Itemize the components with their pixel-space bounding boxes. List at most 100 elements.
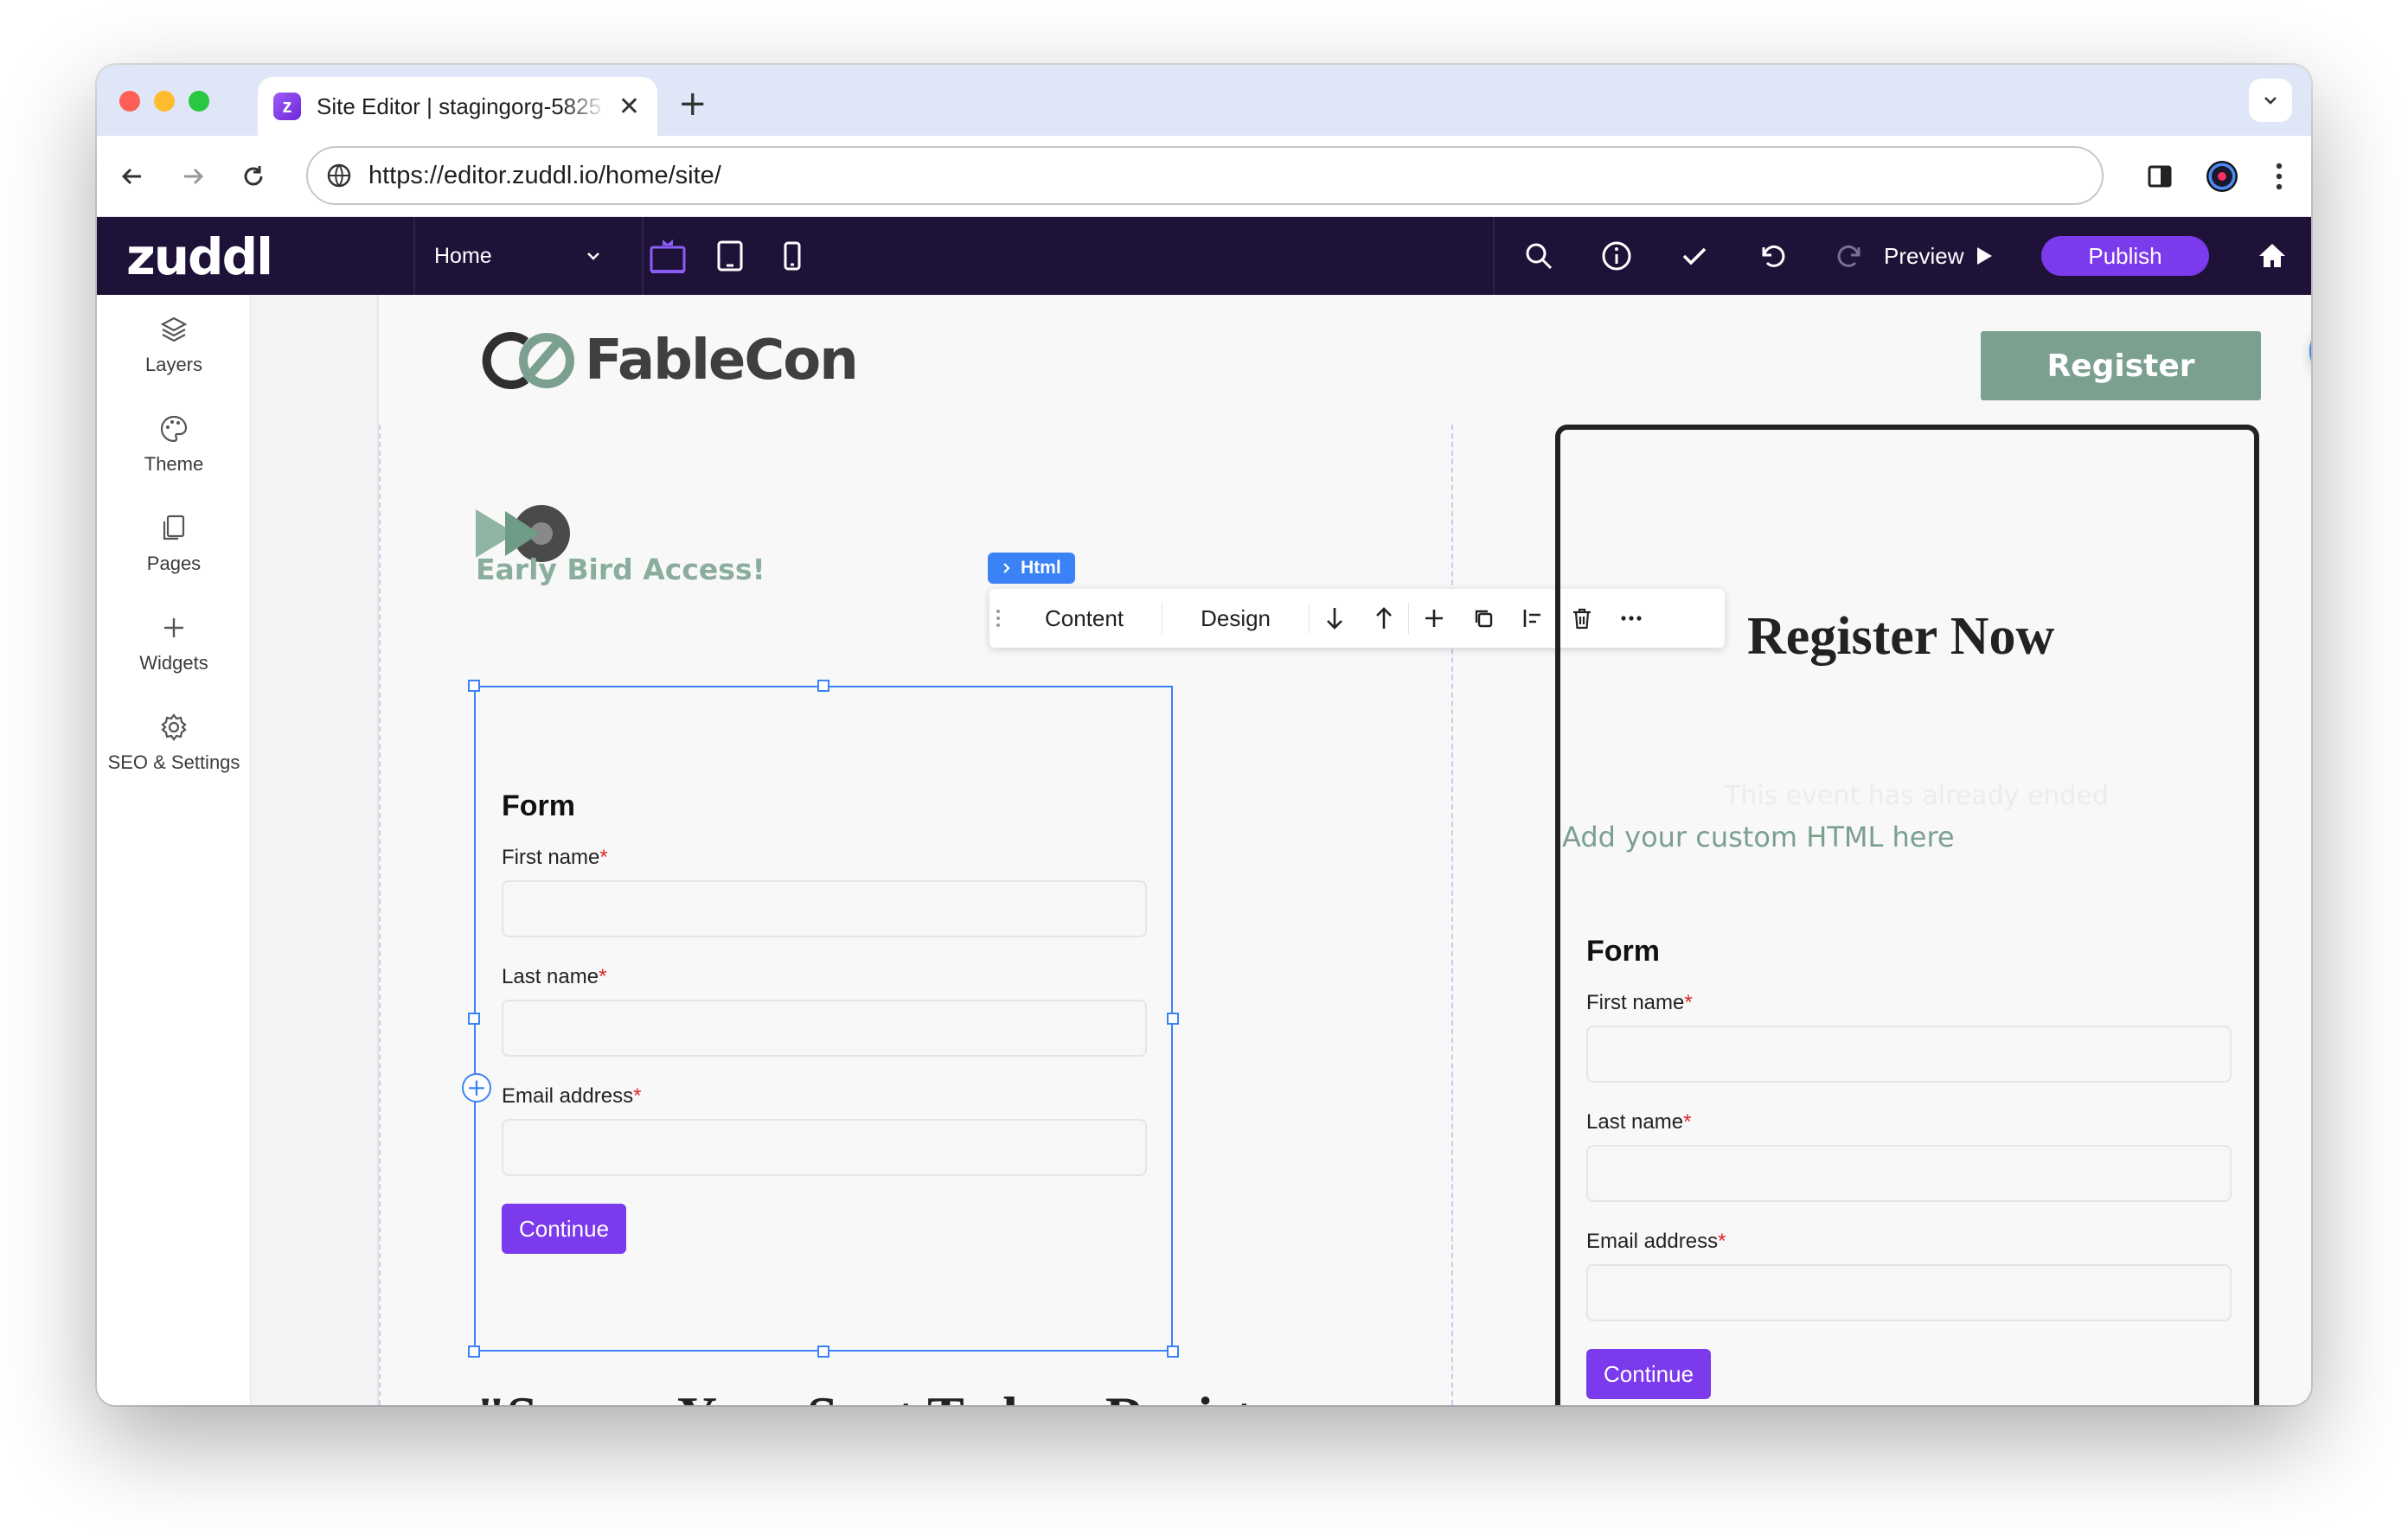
info-button[interactable] <box>1586 217 1647 295</box>
forward-button[interactable] <box>171 155 215 198</box>
resize-handle[interactable] <box>468 1013 480 1025</box>
browser-tab[interactable]: z Site Editor | stagingorg-5825 ✕ <box>258 77 657 136</box>
form-title: Form <box>502 789 575 822</box>
publish-button[interactable]: Publish <box>2041 236 2209 276</box>
continue-button[interactable]: Continue <box>502 1204 626 1254</box>
tab-design[interactable]: Design <box>1162 605 1309 632</box>
tab-search-button[interactable] <box>2249 79 2292 122</box>
sidebar-item-layers[interactable]: Layers <box>97 314 251 376</box>
align-button[interactable] <box>1508 589 1557 648</box>
address-bar[interactable]: https://editor.zuddl.io/home/site/ <box>306 146 2104 205</box>
sidebar-item-label: Theme <box>144 453 204 475</box>
redo-button[interactable] <box>1820 217 1880 295</box>
zuddl-logo[interactable]: zuddl <box>126 227 273 286</box>
drag-handle-icon[interactable] <box>989 608 1007 629</box>
arrow-down-icon <box>1326 608 1342 630</box>
profile-button[interactable] <box>2200 155 2244 198</box>
search-button[interactable] <box>1508 217 1569 295</box>
move-up-button[interactable] <box>1359 589 1408 648</box>
zuddl-favicon-icon: z <box>273 93 301 120</box>
preview-label: Preview <box>1884 242 1964 269</box>
save-check-button[interactable] <box>1664 217 1725 295</box>
undo-button[interactable] <box>1742 217 1803 295</box>
form-title: Form <box>1586 935 1660 968</box>
browser-menu-button[interactable] <box>2258 155 2301 198</box>
resize-handle[interactable] <box>468 1345 480 1358</box>
page-select[interactable]: Home <box>417 217 616 295</box>
page-headline[interactable]: "Secure Your Spot Today: Register <box>476 1384 1302 1405</box>
preview-button[interactable]: Preview <box>1884 217 1993 295</box>
email-input[interactable] <box>502 1119 1147 1176</box>
browser-window: z Site Editor | stagingorg-5825 ✕ + http… <box>97 65 2311 1405</box>
plus-icon <box>1425 610 1443 627</box>
resize-handle[interactable] <box>817 1345 829 1358</box>
align-left-icon <box>1523 610 1540 627</box>
duplicate-button[interactable] <box>1458 589 1508 648</box>
zoom-window-button[interactable] <box>189 91 209 112</box>
first-name-input[interactable] <box>1586 1026 2232 1083</box>
back-button[interactable] <box>111 155 154 198</box>
side-panel-button[interactable] <box>2138 155 2181 198</box>
selected-html-element[interactable]: Form First name* Last name* Email addres… <box>474 686 1173 1352</box>
close-window-button[interactable] <box>119 91 140 112</box>
column-guide <box>379 425 381 1405</box>
tab-content[interactable]: Content <box>1007 605 1162 632</box>
reload-button[interactable] <box>232 155 275 198</box>
info-icon <box>1602 241 1631 271</box>
custom-html-placeholder[interactable]: Add your custom HTML here <box>1562 821 1955 853</box>
site-register-button[interactable]: Register <box>1981 331 2261 400</box>
home-button[interactable] <box>2242 217 2302 295</box>
close-tab-icon[interactable]: ✕ <box>618 92 640 122</box>
element-type-tag[interactable]: Html <box>988 553 1075 584</box>
resize-handle[interactable] <box>1167 1345 1179 1358</box>
browser-toolbar: https://editor.zuddl.io/home/site/ <box>97 136 2311 217</box>
sidebar-item-label: Pages <box>146 553 202 574</box>
field-label: Last name* <box>502 965 607 988</box>
settings-fab[interactable] <box>2309 319 2311 383</box>
last-name-input[interactable] <box>502 1000 1147 1057</box>
sidebar-item-theme[interactable]: Theme <box>97 413 251 476</box>
continue-button[interactable]: Continue <box>1586 1349 1711 1399</box>
brand-name: FableCon <box>585 329 859 393</box>
tablet-view-button[interactable] <box>699 217 761 295</box>
reload-icon <box>244 166 263 186</box>
sidebar-item-label: Layers <box>144 354 203 375</box>
add-element-icon[interactable]: + <box>462 1073 491 1103</box>
minimize-window-button[interactable] <box>154 91 175 112</box>
early-bird-heading[interactable]: Early Bird Access! <box>476 553 765 586</box>
resize-handle[interactable] <box>817 680 829 692</box>
add-button[interactable] <box>1409 589 1458 648</box>
sidebar-item-widgets[interactable]: Widgets <box>97 612 251 674</box>
side-panel-icon <box>2148 165 2172 188</box>
play-icon <box>1977 247 1993 265</box>
last-name-input[interactable] <box>1586 1145 2232 1202</box>
brand-logo[interactable]: FableCon <box>476 326 859 395</box>
resize-handle[interactable] <box>1167 1013 1179 1025</box>
register-now-heading[interactable]: Register Now <box>1747 606 2054 668</box>
field-label: Email address* <box>1586 1230 1726 1253</box>
new-tab-button[interactable]: + <box>678 84 708 124</box>
editor-canvas[interactable]: FableCon Register Early Bird Access! For… <box>251 295 2311 1405</box>
email-input[interactable] <box>1586 1264 2232 1321</box>
sidebar-item-pages[interactable]: Pages <box>97 513 251 575</box>
gear-icon <box>161 713 187 741</box>
chevron-right-icon <box>1003 563 1010 573</box>
site-page[interactable]: FableCon Register Early Bird Access! For… <box>377 295 2311 1405</box>
sidebar-item-seo-settings[interactable]: SEO & Settings <box>97 712 251 774</box>
sidebar-item-label: Widgets <box>139 652 208 674</box>
desktop-view-button[interactable] <box>637 217 699 295</box>
layers-icon <box>160 316 188 342</box>
pages-icon <box>163 515 185 540</box>
field-label: First name* <box>502 846 608 869</box>
tab-title: Site Editor | stagingorg-5825 <box>317 93 602 119</box>
left-form: Form First name* Last name* Email addres… <box>502 789 1147 1254</box>
mobile-view-button[interactable] <box>761 217 823 295</box>
arrow-left-icon <box>121 168 141 185</box>
chevron-down-icon <box>2264 97 2277 105</box>
first-name-input[interactable] <box>502 880 1147 937</box>
resize-handle[interactable] <box>468 680 480 692</box>
site-info-icon[interactable] <box>325 162 353 189</box>
move-down-button[interactable] <box>1310 589 1359 648</box>
check-icon <box>1682 247 1707 265</box>
plus-icon <box>164 618 183 637</box>
